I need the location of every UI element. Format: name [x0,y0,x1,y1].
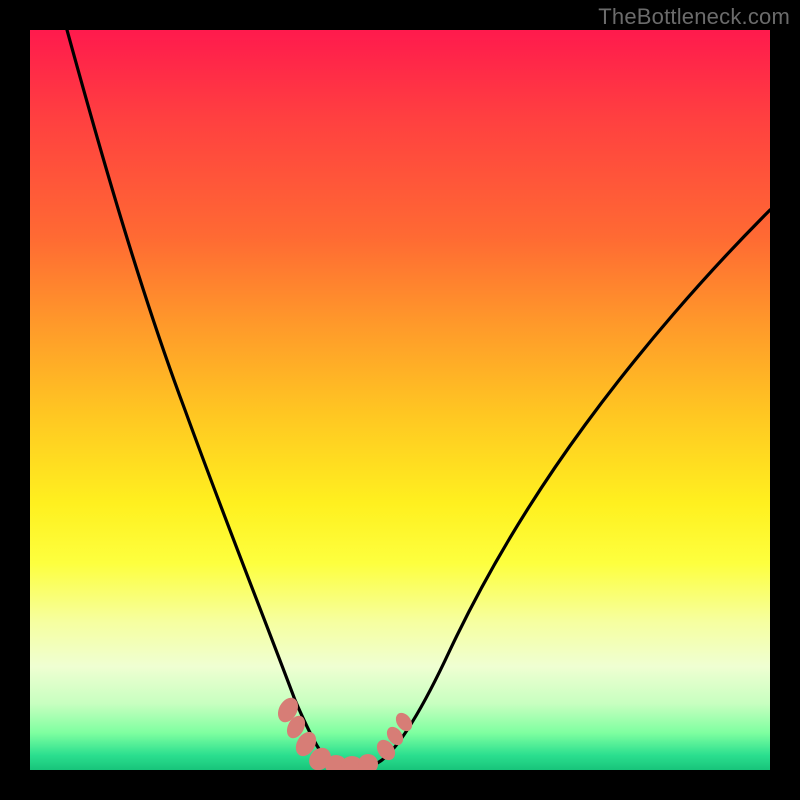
marker-group [274,694,416,770]
marker [373,736,399,763]
marker [341,756,363,770]
marker [305,743,336,770]
marker [393,710,416,734]
marker [325,755,347,770]
marker [283,713,308,742]
plot-area [30,30,770,770]
marker [358,754,378,770]
watermark: TheBottleneck.com [598,4,790,30]
bottleneck-curve [67,30,770,768]
marker [384,724,407,748]
marker [292,728,321,760]
marker [274,694,302,725]
bottleneck-curve-svg [30,30,770,770]
outer-frame: TheBottleneck.com [0,0,800,800]
